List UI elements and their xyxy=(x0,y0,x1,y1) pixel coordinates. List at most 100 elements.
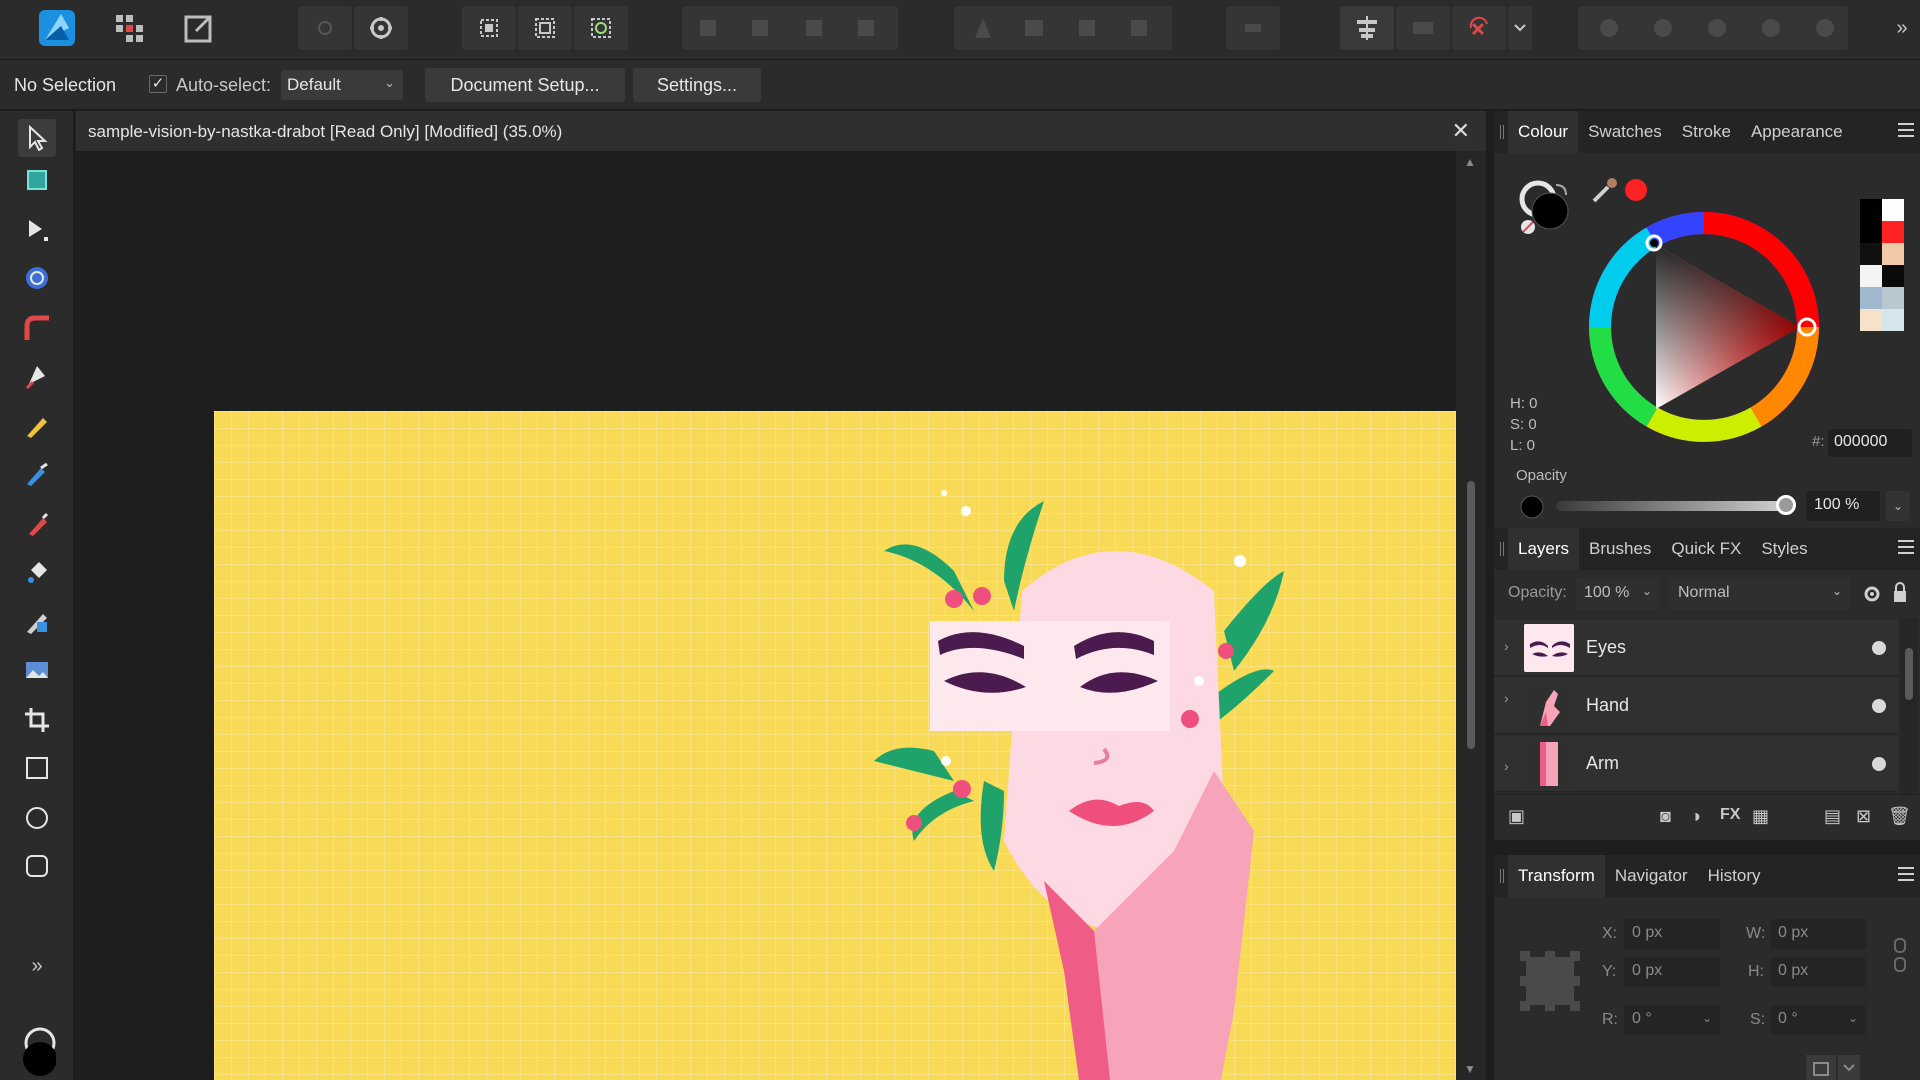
move-tool-icon[interactable] xyxy=(18,119,56,157)
layers-scrollbar[interactable] xyxy=(1900,618,1918,794)
tab-appearance[interactable]: Appearance xyxy=(1741,111,1853,153)
visibility-toggle-icon[interactable] xyxy=(1872,641,1886,655)
colour-picker-icon[interactable] xyxy=(1590,175,1650,205)
hex-input[interactable]: 000000 xyxy=(1828,429,1912,457)
link-aspect-icon[interactable] xyxy=(1892,937,1908,973)
panel-menu-icon[interactable] xyxy=(1898,540,1914,554)
visibility-toggle-icon[interactable] xyxy=(1872,757,1886,771)
tab-transform[interactable]: Transform xyxy=(1508,855,1605,897)
layer-opacity-dropdown[interactable]: 100 % ⌄ xyxy=(1576,578,1660,610)
add-layer-icon[interactable]: ▤ xyxy=(1824,806,1841,827)
paint-brush-tool-icon[interactable] xyxy=(18,505,56,543)
tab-stroke[interactable]: Stroke xyxy=(1672,111,1741,153)
designer-persona-icon[interactable] xyxy=(34,6,80,50)
artboard[interactable] xyxy=(214,411,1470,1080)
colour-wheel[interactable] xyxy=(1586,209,1822,445)
opacity-slider[interactable] xyxy=(1556,501,1784,511)
swatch[interactable] xyxy=(1882,199,1904,221)
layer-stack-icon[interactable]: ▣ xyxy=(1508,806,1525,827)
pen-tool-icon[interactable] xyxy=(18,357,56,395)
document-tab[interactable]: sample-vision-by-nastka-drabot [Read Onl… xyxy=(76,111,1486,151)
more-tools-icon[interactable]: » xyxy=(18,947,56,985)
shear-input[interactable]: 0 ° ⌄ xyxy=(1770,1005,1866,1035)
expand-chevron-icon[interactable]: › xyxy=(1504,638,1509,654)
swatch[interactable] xyxy=(1882,243,1904,265)
snap-icon[interactable] xyxy=(462,6,516,50)
scroll-up-icon[interactable]: ▲ xyxy=(1464,155,1476,169)
group-icon[interactable]: ⊠ xyxy=(1856,806,1871,827)
expand-chevron-icon[interactable]: › xyxy=(1504,690,1509,706)
h-input[interactable]: 0 px xyxy=(1770,957,1866,987)
tab-swatches[interactable]: Swatches xyxy=(1578,111,1672,153)
undo-icon[interactable] xyxy=(1452,6,1506,50)
settings-button[interactable]: Settings... xyxy=(633,68,761,102)
panel-grip-icon[interactable] xyxy=(1494,111,1508,153)
w-input[interactable]: 0 px xyxy=(1770,919,1866,949)
swatch[interactable] xyxy=(1882,309,1904,331)
panel-menu-icon[interactable] xyxy=(1898,123,1914,137)
tab-layers[interactable]: Layers xyxy=(1508,528,1580,570)
layer-row-eyes[interactable]: › Eyes xyxy=(1494,620,1898,676)
swatch[interactable] xyxy=(1860,199,1882,221)
flip-icon[interactable] xyxy=(1226,6,1280,50)
layer-row-hand[interactable]: › Hand xyxy=(1494,678,1898,734)
auto-select-dropdown[interactable]: Default ⌄ xyxy=(281,70,403,100)
preferences-gear-icon[interactable] xyxy=(354,6,408,50)
delete-icon[interactable]: 🗑 xyxy=(1888,806,1911,827)
opacity-input[interactable]: 100 % xyxy=(1806,491,1880,521)
swatch[interactable] xyxy=(1860,265,1882,287)
opacity-slider-knob[interactable] xyxy=(1776,495,1796,515)
swatch[interactable] xyxy=(1860,243,1882,265)
close-icon[interactable]: ✕ xyxy=(1452,118,1470,144)
snap-bounds-icon[interactable] xyxy=(518,6,572,50)
point-transform-tool-icon[interactable] xyxy=(18,259,56,297)
scroll-down-icon[interactable]: ▼ xyxy=(1464,1062,1476,1076)
node-tool-icon[interactable] xyxy=(18,211,56,249)
crop-tool-icon[interactable] xyxy=(18,701,56,739)
fill-stroke-selector-icon[interactable] xyxy=(1516,177,1586,237)
tab-navigator[interactable]: Navigator xyxy=(1605,855,1698,897)
corner-tool-icon[interactable] xyxy=(18,309,56,347)
swatch[interactable] xyxy=(1882,287,1904,309)
scroll-thumb[interactable] xyxy=(1905,648,1913,700)
pixel-persona-icon[interactable] xyxy=(106,6,152,50)
canvas-vertical-scrollbar[interactable]: ▲ ▼ xyxy=(1456,151,1486,1080)
rotation-input[interactable]: 0 ° ⌄ xyxy=(1624,1005,1720,1035)
swatch[interactable] xyxy=(1882,221,1904,243)
transparency-tool-icon[interactable] xyxy=(18,603,56,641)
document-setup-button[interactable]: Document Setup... xyxy=(425,68,625,102)
canvas[interactable] xyxy=(76,151,1470,1080)
ellipse-tool-icon[interactable] xyxy=(18,799,56,837)
chevron-down-icon[interactable]: ⌄ xyxy=(1886,491,1910,521)
chevron-down-icon[interactable] xyxy=(1508,6,1532,50)
rectangle-tool-icon[interactable] xyxy=(18,749,56,787)
live-filter-icon[interactable]: ▦ xyxy=(1752,806,1769,827)
y-input[interactable]: 0 px xyxy=(1624,957,1720,987)
export-persona-icon[interactable] xyxy=(176,6,222,50)
more-icon[interactable]: » xyxy=(1890,6,1914,50)
panel-grip-icon[interactable] xyxy=(1494,855,1508,897)
x-input[interactable]: 0 px xyxy=(1624,919,1720,949)
tab-colour[interactable]: Colour xyxy=(1508,111,1579,153)
pencil-tool-icon[interactable] xyxy=(18,407,56,445)
blend-mode-dropdown[interactable]: Normal ⌄ xyxy=(1668,578,1850,610)
transform-options-icon[interactable] xyxy=(1804,1053,1864,1080)
fill-tool-icon[interactable] xyxy=(18,553,56,591)
auto-select-checkbox[interactable]: ✓ xyxy=(149,75,167,93)
align-icon[interactable] xyxy=(1340,6,1394,50)
swatch[interactable] xyxy=(1860,309,1882,331)
panel-grip-icon[interactable] xyxy=(1494,528,1508,570)
rounded-rectangle-tool-icon[interactable] xyxy=(18,847,56,885)
layer-settings-gear-icon[interactable] xyxy=(1862,584,1882,604)
panel-menu-icon[interactable] xyxy=(1898,867,1914,881)
mask-icon[interactable]: ◙ xyxy=(1660,806,1671,827)
swatch[interactable] xyxy=(1860,287,1882,309)
sync-icon[interactable] xyxy=(298,6,352,50)
tab-styles[interactable]: Styles xyxy=(1751,528,1817,570)
swatch[interactable] xyxy=(1860,221,1882,243)
vector-brush-tool-icon[interactable] xyxy=(18,455,56,493)
lock-icon[interactable] xyxy=(1892,582,1908,604)
vector-crop-icon[interactable] xyxy=(1396,6,1450,50)
visibility-toggle-icon[interactable] xyxy=(1872,699,1886,713)
place-image-tool-icon[interactable] xyxy=(18,651,56,689)
